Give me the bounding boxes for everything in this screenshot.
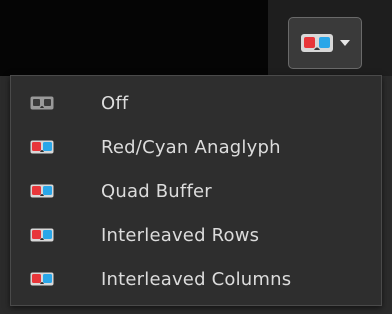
glasses-off-icon xyxy=(29,95,55,111)
menu-item-quad-buffer[interactable]: Quad Buffer xyxy=(11,169,381,213)
menu-item-label: Interleaved Rows xyxy=(101,224,260,246)
chevron-down-icon xyxy=(340,40,350,46)
menu-item-red-cyan-anaglyph[interactable]: Red/Cyan Anaglyph xyxy=(11,125,381,169)
menu-item-label: Off xyxy=(101,92,129,114)
stereo-mode-menu: Off Red/Cyan Anaglyph Quad Buffer Interl… xyxy=(10,75,382,306)
menu-item-interleaved-rows[interactable]: Interleaved Rows xyxy=(11,213,381,257)
anaglyph-glasses-icon xyxy=(301,34,333,52)
menu-item-interleaved-columns[interactable]: Interleaved Columns xyxy=(11,257,381,301)
menu-item-off[interactable]: Off xyxy=(11,81,381,125)
stereo-mode-button[interactable] xyxy=(288,17,362,69)
menu-item-label: Red/Cyan Anaglyph xyxy=(101,136,281,158)
anaglyph-glasses-icon xyxy=(29,227,55,243)
anaglyph-glasses-icon xyxy=(29,183,55,199)
anaglyph-glasses-icon xyxy=(29,271,55,287)
menu-item-label: Quad Buffer xyxy=(101,180,212,202)
anaglyph-glasses-icon xyxy=(29,139,55,155)
menu-item-label: Interleaved Columns xyxy=(101,268,292,290)
